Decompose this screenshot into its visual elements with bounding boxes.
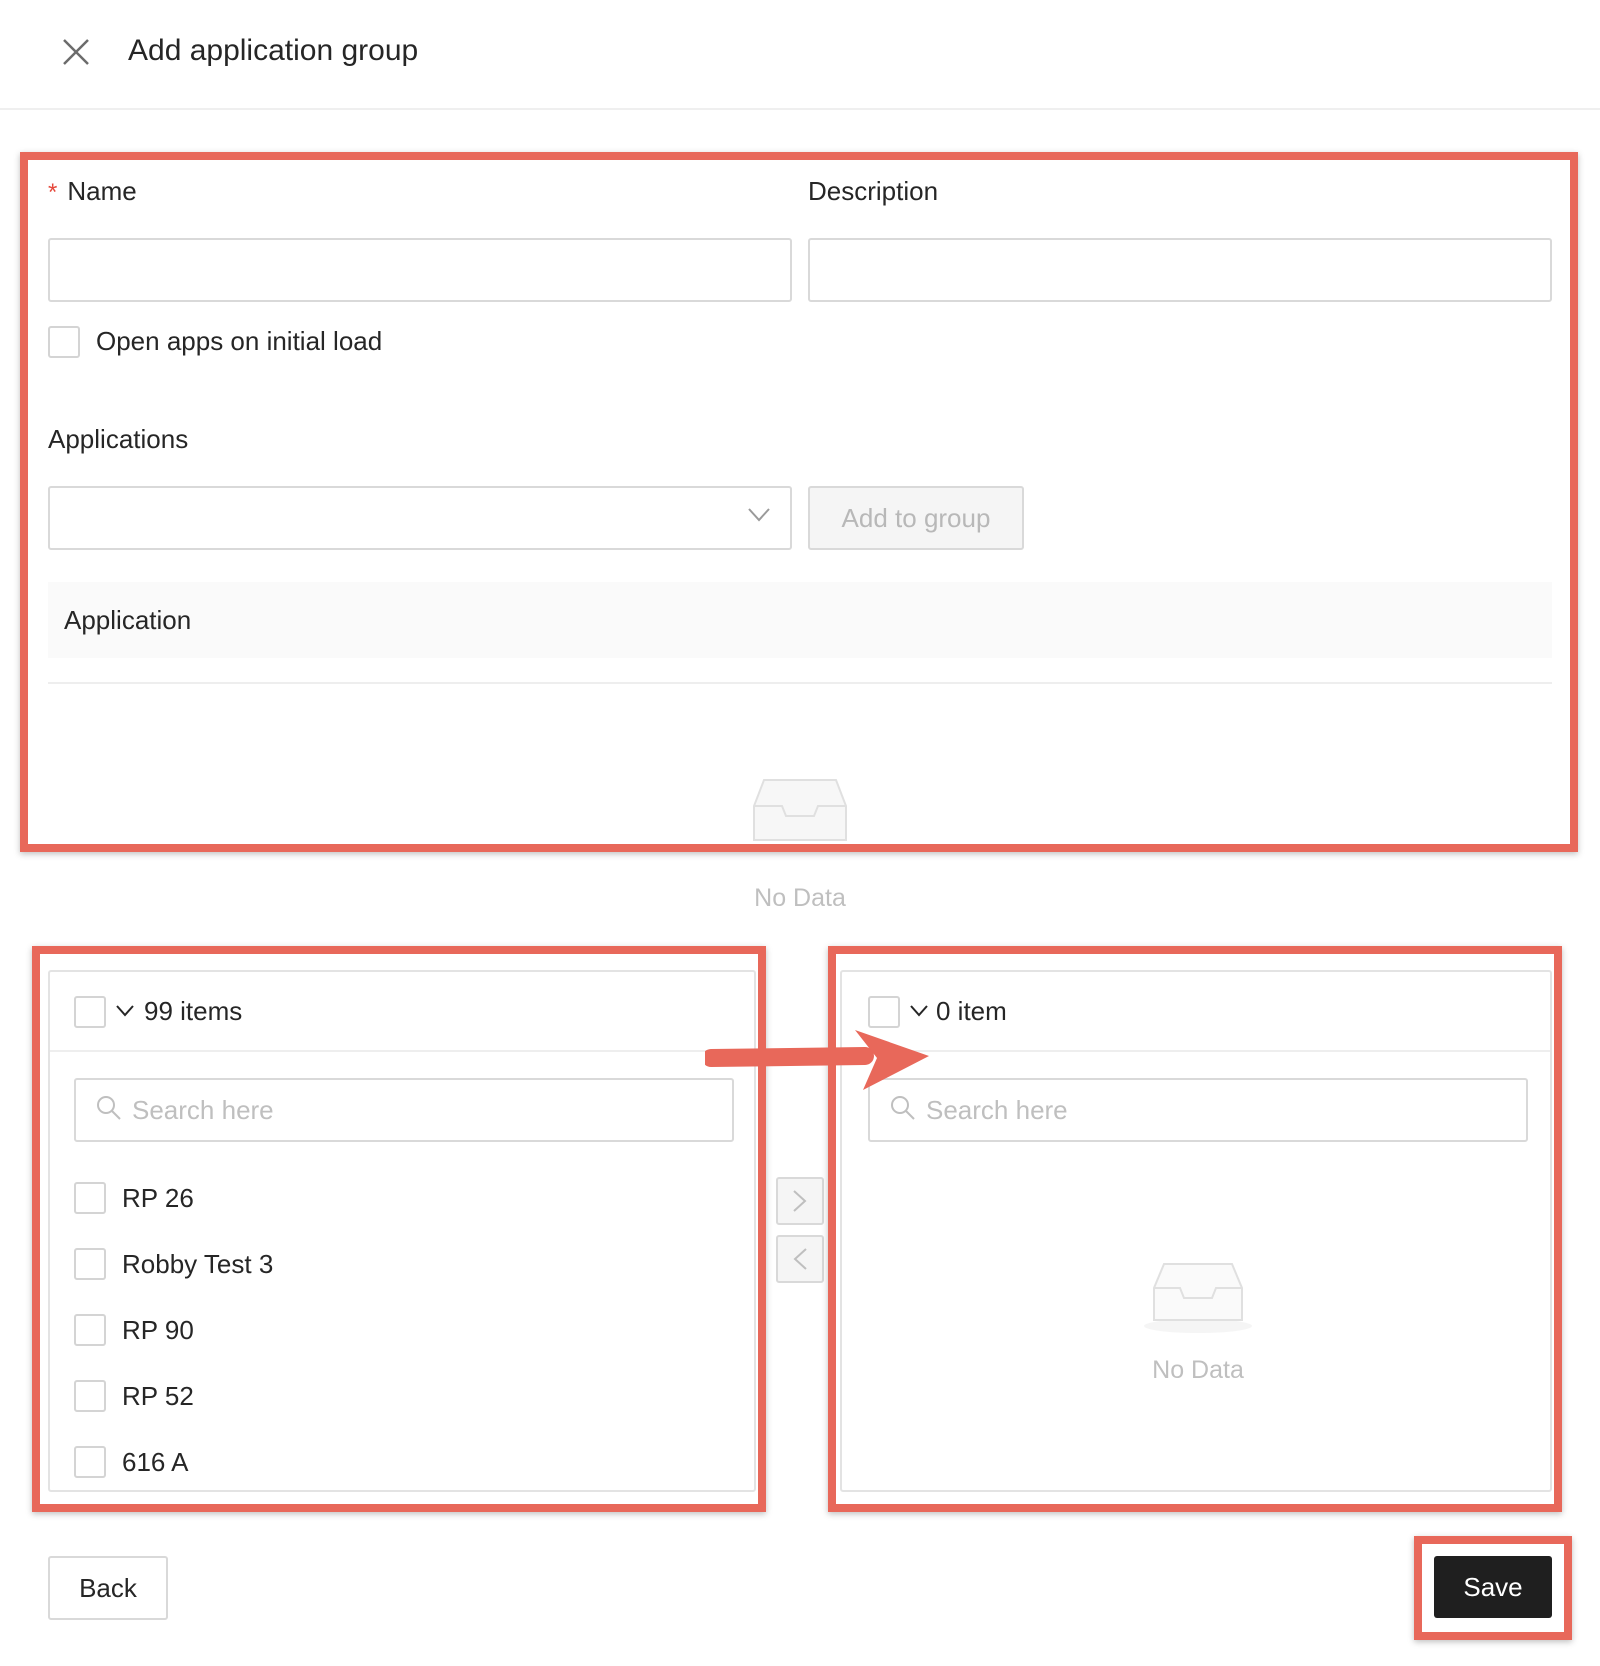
chevron-down-icon[interactable] [116,1004,134,1022]
applications-select[interactable] [48,486,792,550]
table-divider [48,682,1552,684]
list-item[interactable]: RP 52 [74,1380,194,1412]
target-select-all-checkbox[interactable] [868,996,900,1028]
list-item[interactable]: Robby Test 3 [74,1248,273,1280]
add-to-group-button[interactable]: Add to group [808,486,1024,550]
source-search-placeholder: Search here [132,1094,274,1125]
move-right-button[interactable] [776,1177,824,1225]
name-label: * Name [48,176,137,207]
move-left-button[interactable] [776,1235,824,1283]
transfer-source-panel: 99 items Search here RP 26 Robby Test 3 … [48,970,756,1492]
dialog-title: Add application group [128,34,419,67]
name-label-text: Name [67,176,137,206]
list-item-label: Robby Test 3 [122,1248,274,1279]
list-item[interactable]: 616 A [74,1446,189,1478]
list-item-label: RP 90 [122,1314,194,1345]
description-label: Description [808,176,939,206]
search-icon [890,1095,916,1126]
search-icon [96,1095,122,1126]
list-item-label: RP 52 [122,1380,194,1411]
applications-label: Applications [48,424,189,454]
target-search-input[interactable]: Search here [868,1078,1528,1142]
source-search-input[interactable]: Search here [74,1078,734,1142]
description-input[interactable] [808,238,1552,302]
list-item-checkbox[interactable] [74,1182,106,1214]
application-column-header: Application [48,582,1552,658]
chevron-down-icon[interactable] [910,1004,928,1022]
required-mark: * [48,179,58,206]
list-item-checkbox[interactable] [74,1380,106,1412]
open-apps-checkbox[interactable] [48,326,80,358]
list-item-checkbox[interactable] [74,1314,106,1346]
annotation-arrow-icon [702,1028,935,1097]
target-search-placeholder: Search here [926,1094,1068,1125]
list-item[interactable]: RP 90 [74,1314,194,1346]
transfer-source-header: 99 items [50,972,754,1052]
source-count-label: 99 items [144,996,243,1026]
list-item-checkbox[interactable] [74,1248,106,1280]
transfer-target-panel: 0 item Search here No Data [840,970,1552,1492]
list-item-label: RP 26 [122,1182,194,1213]
list-item-checkbox[interactable] [74,1446,106,1478]
empty-inbox-icon [752,778,848,847]
source-select-all-checkbox[interactable] [74,996,106,1028]
list-item-label: 616 A [122,1446,189,1477]
save-button[interactable]: Save [1434,1556,1552,1618]
name-input[interactable] [48,238,792,302]
chevron-right-icon [793,1190,807,1212]
open-apps-label: Open apps on initial load [96,326,383,356]
transfer-target-header: 0 item [842,972,1550,1052]
table-no-data: No Data [754,884,846,912]
chevron-down-icon [748,508,770,527]
chevron-left-icon [793,1248,807,1270]
close-icon[interactable] [60,36,92,68]
list-item[interactable]: RP 26 [74,1182,194,1214]
target-count-label: 0 item [936,996,1007,1026]
back-button[interactable]: Back [48,1556,168,1620]
target-no-data: No Data [1152,1356,1244,1384]
empty-inbox-icon [1142,1262,1254,1339]
